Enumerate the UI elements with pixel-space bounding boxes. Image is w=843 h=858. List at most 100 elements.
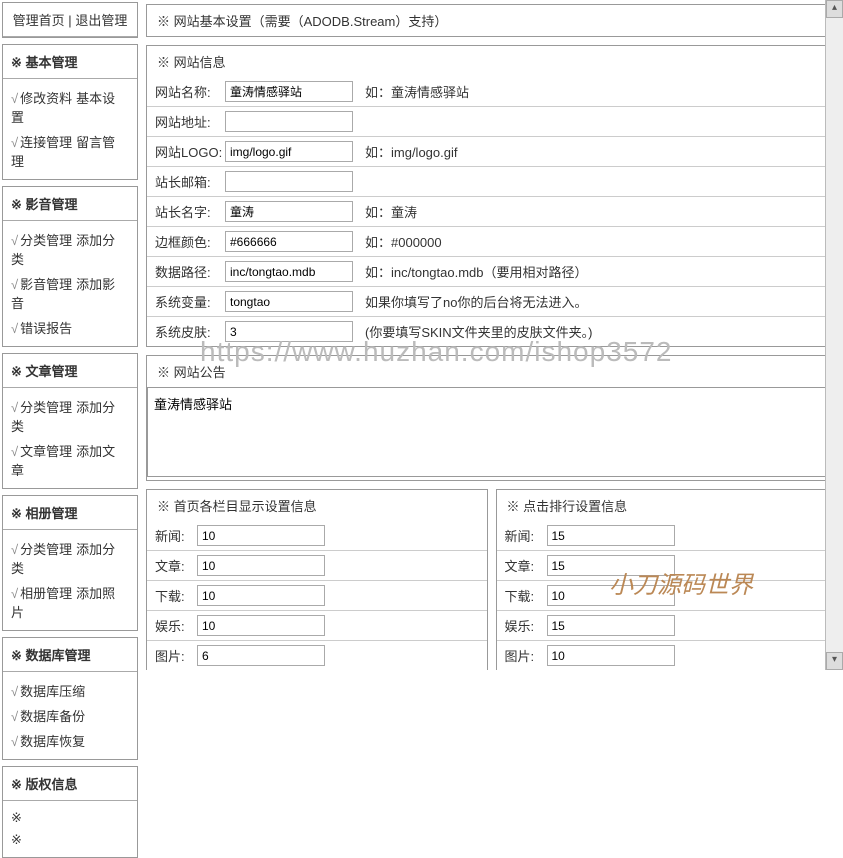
sidebar-link[interactable]: 数据库压缩 xyxy=(20,684,85,699)
form-row: 文章: xyxy=(147,550,487,580)
sidebar-link[interactable]: 分类管理 xyxy=(20,542,72,557)
sidebar-link[interactable]: 分类管理 xyxy=(20,233,72,248)
panel-site-info-title: ※ 网站信息 xyxy=(147,46,836,77)
notice-textarea[interactable] xyxy=(147,387,836,477)
sidebar-row: √分类管理添加分类 xyxy=(11,536,129,580)
sidebar-row: √分类管理添加分类 xyxy=(11,394,129,438)
form-row: 文章: xyxy=(497,550,837,580)
sidebar-link[interactable]: 数据库备份 xyxy=(20,709,85,724)
sidebar: 管理首页 | 退出管理 ※ 基本管理√修改资料基本设置√连接管理留言管理※ 影音… xyxy=(0,0,140,670)
sidebar-group-title: ※ 相册管理 xyxy=(3,496,137,530)
check-icon: √ xyxy=(11,542,18,557)
vertical-scrollbar[interactable]: ▴ ▾ xyxy=(825,0,843,670)
panel-click-rank-title: ※ 点击排行设置信息 xyxy=(497,490,837,521)
sidebar-group: ※ 版权信息※※ xyxy=(2,766,138,858)
main-area: ※ 网站基本设置（需要（ADODB.Stream）支持） ※ 网站信息 网站名称… xyxy=(140,0,843,670)
marker-icon: ※ xyxy=(11,832,22,847)
form-hint: 如：inc/tongtao.mdb（要用相对路径） xyxy=(365,262,828,281)
form-row: 下载: xyxy=(497,580,837,610)
panel-notice: ※ 网站公告 xyxy=(146,355,837,481)
sidebar-link[interactable]: 修改资料 xyxy=(20,91,72,106)
form-label: 站长邮箱: xyxy=(155,172,225,191)
sidebar-group-title: ※ 版权信息 xyxy=(3,767,137,801)
panel-basic-setting: ※ 网站基本设置（需要（ADODB.Stream）支持） xyxy=(146,4,837,37)
form-hint: 如：img/logo.gif xyxy=(365,142,828,161)
form-label: 网站地址: xyxy=(155,112,225,131)
form-input[interactable] xyxy=(197,645,325,666)
check-icon: √ xyxy=(11,277,18,292)
check-icon: √ xyxy=(11,233,18,248)
form-row: 娱乐: xyxy=(147,610,487,640)
form-row: 数据路径: 如：inc/tongtao.mdb（要用相对路径） xyxy=(147,256,836,286)
form-input[interactable] xyxy=(547,615,675,636)
check-icon: √ xyxy=(11,586,18,601)
form-hint: 如果你填写了no你的后台将无法进入。 xyxy=(365,292,828,311)
sidebar-link[interactable]: 相册管理 xyxy=(20,586,72,601)
sidebar-link[interactable]: 文章管理 xyxy=(20,444,72,459)
form-label: 数据路径: xyxy=(155,262,225,281)
sidebar-row: √文章管理添加文章 xyxy=(11,438,129,482)
sidebar-link[interactable]: 连接管理 xyxy=(20,135,72,150)
form-input[interactable] xyxy=(225,261,353,282)
check-icon: √ xyxy=(11,400,18,415)
form-input[interactable] xyxy=(225,141,353,162)
form-row: 站长名字:如：童涛 xyxy=(147,196,836,226)
scroll-up-button[interactable]: ▴ xyxy=(826,0,843,18)
panel-site-info: ※ 网站信息 网站名称:如：童涛情感驿站网站地址:网站LOGO:如：img/lo… xyxy=(146,45,837,347)
sidebar-row: √数据库备份 xyxy=(11,703,129,728)
form-input[interactable] xyxy=(547,645,675,666)
panel-home-cols: ※ 首页各栏目显示设置信息 新闻:文章:下载:娱乐:图片:连接: xyxy=(146,489,488,670)
form-label: 图片: xyxy=(505,646,547,665)
form-input[interactable] xyxy=(547,555,675,576)
form-label: 新闻: xyxy=(155,526,197,545)
sidebar-top: 管理首页 | 退出管理 xyxy=(2,2,138,38)
sidebar-group-title: ※ 基本管理 xyxy=(3,45,137,79)
form-input[interactable] xyxy=(225,81,353,102)
form-row: 图片: xyxy=(497,640,837,670)
check-icon: √ xyxy=(11,709,18,724)
form-input[interactable] xyxy=(225,111,353,132)
form-row: 网站地址: xyxy=(147,106,836,136)
form-label: 下载: xyxy=(505,586,547,605)
form-row: 新闻: xyxy=(147,521,487,550)
form-input[interactable] xyxy=(197,555,325,576)
sidebar-row: √分类管理添加分类 xyxy=(11,227,129,271)
scroll-down-button[interactable]: ▾ xyxy=(826,652,843,670)
form-label: 边框颜色: xyxy=(155,232,225,251)
check-icon: √ xyxy=(11,444,18,459)
sidebar-row: √相册管理添加照片 xyxy=(11,580,129,624)
sidebar-group-title: ※ 影音管理 xyxy=(3,187,137,221)
form-label: 图片: xyxy=(155,646,197,665)
sidebar-link[interactable]: 错误报告 xyxy=(20,321,72,336)
link-logout[interactable]: 退出管理 xyxy=(75,13,127,28)
panel-click-rank: ※ 点击排行设置信息 新闻:文章:下载:娱乐:图片:连接: xyxy=(496,489,838,670)
sidebar-link[interactable]: 数据库恢复 xyxy=(20,734,85,749)
sidebar-group-title: ※ 数据库管理 xyxy=(3,638,137,672)
form-row: 站长邮箱: xyxy=(147,166,836,196)
sidebar-group-title: ※ 文章管理 xyxy=(3,354,137,388)
check-icon: √ xyxy=(11,91,18,106)
sidebar-link[interactable]: 分类管理 xyxy=(20,400,72,415)
form-input[interactable] xyxy=(225,231,353,252)
check-icon: √ xyxy=(11,734,18,749)
form-input[interactable] xyxy=(547,585,675,606)
form-hint: 如：童涛情感驿站 xyxy=(365,82,828,101)
form-input[interactable] xyxy=(197,585,325,606)
check-icon: √ xyxy=(11,321,18,336)
form-row: 系统皮肤:(你要填写SKIN文件夹里的皮肤文件夹。) xyxy=(147,316,836,346)
form-label: 娱乐: xyxy=(155,616,197,635)
form-input[interactable] xyxy=(225,201,353,222)
form-input[interactable] xyxy=(547,525,675,546)
form-input[interactable] xyxy=(197,525,325,546)
form-input[interactable] xyxy=(225,291,353,312)
form-hint: (你要填写SKIN文件夹里的皮肤文件夹。) xyxy=(365,322,828,341)
sidebar-row: √影音管理添加影音 xyxy=(11,271,129,315)
form-input[interactable] xyxy=(225,321,353,342)
form-input[interactable] xyxy=(197,615,325,636)
sidebar-link[interactable]: 影音管理 xyxy=(20,277,72,292)
link-admin-home[interactable]: 管理首页 xyxy=(13,13,65,28)
form-label: 网站名称: xyxy=(155,82,225,101)
sidebar-group: ※ 数据库管理√数据库压缩√数据库备份√数据库恢复 xyxy=(2,637,138,760)
form-input[interactable] xyxy=(225,171,353,192)
sidebar-row: √修改资料基本设置 xyxy=(11,85,129,129)
